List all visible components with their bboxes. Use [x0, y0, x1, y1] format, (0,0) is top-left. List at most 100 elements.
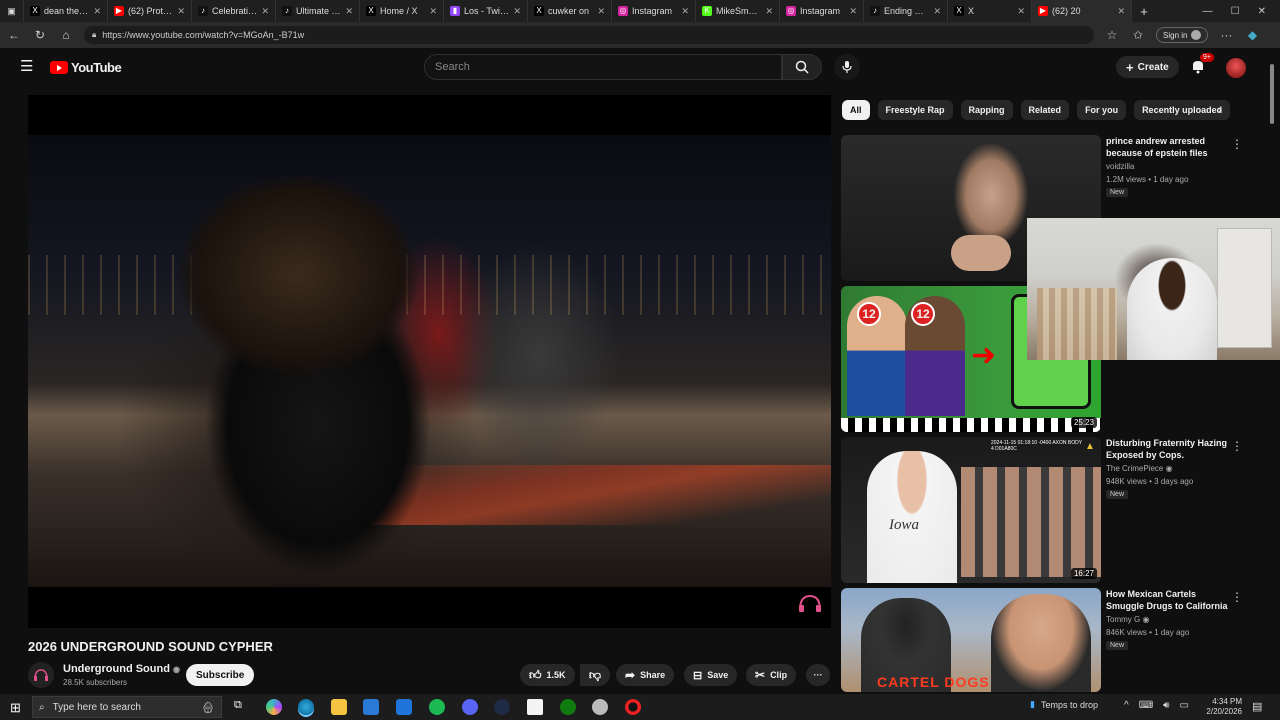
new-tab-button[interactable]: +	[1132, 0, 1156, 22]
taskbar-search-input[interactable]: ⌕ Type here to search 🧁︎	[32, 696, 222, 718]
spotify-icon[interactable]	[429, 699, 445, 715]
more-vert-icon[interactable]: ⋮	[1231, 137, 1243, 151]
refresh-icon[interactable]: ↻	[32, 28, 48, 42]
chevron-right-icon[interactable]: ›	[1218, 104, 1222, 116]
browser-tab[interactable]: ♪ Celebrating ✕	[192, 0, 276, 22]
battery-icon[interactable]: ▭	[1179, 700, 1188, 711]
favorite-icon[interactable]: ☆	[1104, 28, 1120, 42]
close-tab-icon[interactable]: ✕	[429, 6, 437, 17]
browser-tab[interactable]: ♪ Ending with ✕	[864, 0, 948, 22]
volume-icon[interactable]: 🔊︎	[1163, 700, 1169, 711]
home-icon[interactable]: ⌂	[58, 28, 74, 42]
share-button[interactable]: ➦ Share	[616, 664, 675, 686]
close-tab-icon[interactable]: ✕	[177, 6, 185, 17]
obs-icon[interactable]	[625, 699, 641, 715]
channel-avatar[interactable]	[28, 662, 54, 688]
recommendation-title[interactable]: Disturbing Fraternity Hazing Exposed by …	[1106, 437, 1231, 461]
browser-tab[interactable]: ▮ Los - Twitch ✕	[444, 0, 528, 22]
voice-search-button[interactable]	[834, 54, 860, 80]
browser-tab[interactable]: X Home / X ✕	[360, 0, 444, 22]
browser-tab[interactable]: Xcuwker on ✕	[528, 0, 612, 22]
close-tab-icon[interactable]: ✕	[597, 6, 605, 17]
chip-rapping[interactable]: Rapping	[960, 100, 1013, 120]
more-vert-icon[interactable]: ⋮	[1231, 439, 1243, 453]
taskbar-clock[interactable]: 4:34 PM 2/20/2026	[1198, 697, 1242, 717]
close-tab-icon[interactable]: ✕	[93, 6, 101, 17]
minimize-icon[interactable]: —	[1203, 6, 1213, 17]
notification-center-icon[interactable]: ▤	[1252, 700, 1262, 713]
xbox-icon[interactable]	[560, 699, 576, 715]
like-button[interactable]: 👍︎ 1.5K	[520, 664, 575, 686]
close-tab-icon[interactable]: ✕	[1017, 6, 1025, 17]
video-frame[interactable]	[28, 135, 831, 587]
discord-icon[interactable]	[462, 699, 478, 715]
windows-start-icon[interactable]: ⊞	[10, 700, 21, 716]
chip-related[interactable]: Related	[1020, 100, 1070, 120]
recommendation-title[interactable]: How Mexican Cartels Smuggle Drugs to Cal…	[1106, 588, 1231, 612]
weather-widget[interactable]: ▮ Temps to drop	[1030, 699, 1098, 710]
store-icon[interactable]	[363, 699, 379, 715]
search-input[interactable]: Search	[424, 54, 782, 80]
file-explorer-icon[interactable]	[331, 699, 347, 715]
copilot-icon[interactable]	[266, 699, 282, 715]
close-tab-icon[interactable]: ✕	[1117, 6, 1125, 17]
more-vert-icon[interactable]: ⋮	[1231, 590, 1243, 604]
subscribe-button[interactable]: Subscribe	[186, 664, 255, 686]
video-player[interactable]	[28, 95, 831, 628]
copilot-icon[interactable]: ◆	[1244, 28, 1260, 42]
close-tab-icon[interactable]: ✕	[261, 6, 269, 17]
avatar[interactable]	[1226, 58, 1246, 78]
close-tab-icon[interactable]: ✕	[765, 6, 773, 17]
channel-watermark-icon[interactable]	[797, 592, 823, 614]
mail-icon[interactable]	[396, 699, 412, 715]
video-thumbnail[interactable]: Iowa 2024-11-15 01:18:10 -0400 AXON BODY…	[841, 437, 1101, 583]
browser-tab[interactable]: ♪ Ultimate De ✕	[276, 0, 360, 22]
save-button[interactable]: ⊟ Save	[684, 664, 738, 686]
notifications-button[interactable]: 9+	[1190, 53, 1214, 79]
browser-tab[interactable]: ◎ Instagram ✕	[780, 0, 864, 22]
browser-tab[interactable]: ▶ (62) Protect ✕	[108, 0, 192, 22]
more-actions-button[interactable]: ···	[806, 664, 830, 686]
menu-icon[interactable]: ☰	[20, 59, 33, 74]
create-button[interactable]: + Create	[1116, 56, 1179, 78]
browser-tab[interactable]: ◎ Instagram ✕	[612, 0, 696, 22]
dislike-button[interactable]: 👎︎	[580, 664, 610, 686]
chip-freestyle-rap[interactable]: Freestyle Rap	[877, 100, 953, 120]
close-tab-icon[interactable]: ✕	[345, 6, 353, 17]
recommendation-item[interactable]: CARTEL DOGS How Mexican Cartels Smuggle …	[841, 588, 1261, 692]
tab-actions-icon[interactable]: ▣	[0, 0, 24, 22]
video-thumbnail[interactable]: CARTEL DOGS	[841, 588, 1101, 692]
recommendation-item[interactable]: Iowa 2024-11-15 01:18:10 -0400 AXON BODY…	[841, 437, 1261, 583]
close-tab-icon[interactable]: ✕	[681, 6, 689, 17]
chip-all[interactable]: All	[842, 100, 870, 120]
maximize-icon[interactable]: ☐	[1231, 6, 1240, 17]
browser-tab[interactable]: K MikeSmalls ✕	[696, 0, 780, 22]
notepad-icon[interactable]	[527, 699, 543, 715]
network-icon[interactable]: ⌨	[1139, 700, 1153, 711]
chevron-up-icon[interactable]: ^	[1124, 700, 1129, 711]
collections-icon[interactable]: ✩	[1130, 28, 1146, 42]
recommendation-title[interactable]: prince andrew arrested because of epstei…	[1106, 135, 1231, 159]
signin-button[interactable]: Sign in	[1156, 27, 1209, 43]
browser-tab[interactable]: Xdean the gr ✕	[24, 0, 108, 22]
browser-tab[interactable]: ▶ (62) 20 ✕	[1032, 0, 1132, 22]
search-button[interactable]	[782, 54, 822, 80]
youtube-logo[interactable]: YouTube	[50, 60, 122, 75]
chip-for-you[interactable]: For you	[1077, 100, 1127, 120]
close-tab-icon[interactable]: ✕	[933, 6, 941, 17]
back-icon[interactable]: ←	[6, 28, 22, 42]
browser-tab[interactable]: X X ✕	[948, 0, 1032, 22]
recommendation-channel[interactable]: Tommy G ◉	[1106, 615, 1149, 624]
scrollbar[interactable]	[1268, 62, 1276, 692]
scrollbar-thumb[interactable]	[1270, 64, 1274, 124]
chip-recently-uploaded[interactable]: Recently uploaded	[1134, 100, 1231, 120]
close-icon[interactable]: ✕	[1258, 6, 1266, 17]
recommendation-channel[interactable]: voidzilla	[1106, 162, 1134, 171]
steam-icon[interactable]	[494, 699, 510, 715]
url-field[interactable]: 🔒︎ https://www.youtube.com/watch?v=MGoAn…	[84, 26, 1094, 44]
more-icon[interactable]: ···	[1218, 28, 1234, 42]
close-tab-icon[interactable]: ✕	[513, 6, 521, 17]
clip-button[interactable]: ✂ Clip	[746, 664, 797, 686]
close-tab-icon[interactable]: ✕	[849, 6, 857, 17]
channel-name[interactable]: Underground Sound ◉	[63, 663, 180, 675]
